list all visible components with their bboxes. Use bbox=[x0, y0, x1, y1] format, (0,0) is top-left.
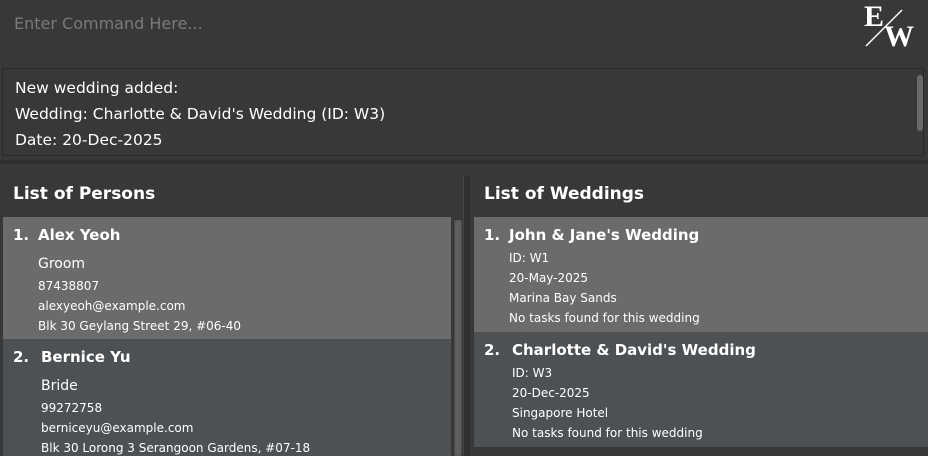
persons-list: 1. Alex Yeoh Groom 87438807 alexyeoh@exa… bbox=[3, 217, 451, 456]
persons-scrollbar-thumb[interactable] bbox=[455, 220, 461, 456]
wedding-tasks: No tasks found for this wedding bbox=[512, 426, 703, 440]
person-email: alexyeoh@example.com bbox=[38, 299, 186, 313]
person-phone: 87438807 bbox=[38, 279, 100, 293]
persons-scrollbar[interactable] bbox=[454, 220, 462, 456]
person-email: berniceyu@example.com bbox=[41, 421, 194, 435]
wedding-index: 2. bbox=[484, 341, 501, 359]
command-bar: E W bbox=[0, 0, 928, 62]
logo-letter-e: E bbox=[864, 0, 884, 33]
wedding-card[interactable]: 2. Charlotte & David's Wedding ID: W3 20… bbox=[474, 332, 928, 447]
panel-splitter[interactable] bbox=[463, 176, 470, 456]
person-index: 1. bbox=[13, 226, 30, 244]
person-name: Alex Yeoh bbox=[38, 226, 121, 244]
person-address: Blk 30 Lorong 3 Serangoon Gardens, #07-1… bbox=[41, 441, 311, 455]
result-scrollbar[interactable] bbox=[917, 75, 923, 131]
person-index: 2. bbox=[13, 348, 30, 366]
person-role: Bride bbox=[41, 378, 78, 394]
wedding-name: Charlotte & David's Wedding bbox=[512, 341, 756, 359]
wedding-card[interactable]: 1. John & Jane's Wedding ID: W1 20-May-2… bbox=[474, 217, 928, 332]
person-card[interactable]: 2. Bernice Yu Bride 99272758 berniceyu@e… bbox=[3, 339, 451, 456]
wedding-date: 20-Dec-2025 bbox=[512, 386, 590, 400]
wedding-venue: Singapore Hotel bbox=[512, 406, 609, 420]
person-address: Blk 30 Geylang Street 29, #06-40 bbox=[38, 319, 242, 333]
wedding-tasks: No tasks found for this wedding bbox=[509, 311, 700, 325]
app-logo: E W bbox=[864, 0, 914, 50]
result-line: New wedding added: bbox=[15, 79, 179, 97]
result-line: Wedding: Charlotte & David's Wedding (ID… bbox=[15, 105, 386, 123]
result-display: New wedding added: Wedding: Charlotte & … bbox=[2, 68, 924, 156]
person-name: Bernice Yu bbox=[41, 348, 131, 366]
person-card[interactable]: 1. Alex Yeoh Groom 87438807 alexyeoh@exa… bbox=[3, 217, 451, 339]
person-role: Groom bbox=[38, 256, 86, 272]
command-input[interactable] bbox=[6, 4, 856, 42]
weddings-panel-title: List of Weddings bbox=[484, 184, 645, 204]
result-line: Date: 20-Dec-2025 bbox=[15, 131, 163, 149]
wedding-index: 1. bbox=[484, 226, 501, 244]
wedding-id: ID: W1 bbox=[509, 251, 550, 265]
wedding-venue: Marina Bay Sands bbox=[509, 291, 617, 305]
divider bbox=[0, 160, 928, 164]
wedding-date: 20-May-2025 bbox=[509, 271, 589, 285]
wedding-id: ID: W3 bbox=[512, 366, 553, 380]
wedding-name: John & Jane's Wedding bbox=[509, 226, 700, 244]
person-phone: 99272758 bbox=[41, 401, 103, 415]
weddings-list: 1. John & Jane's Wedding ID: W1 20-May-2… bbox=[474, 217, 928, 447]
persons-panel-title: List of Persons bbox=[13, 184, 156, 204]
